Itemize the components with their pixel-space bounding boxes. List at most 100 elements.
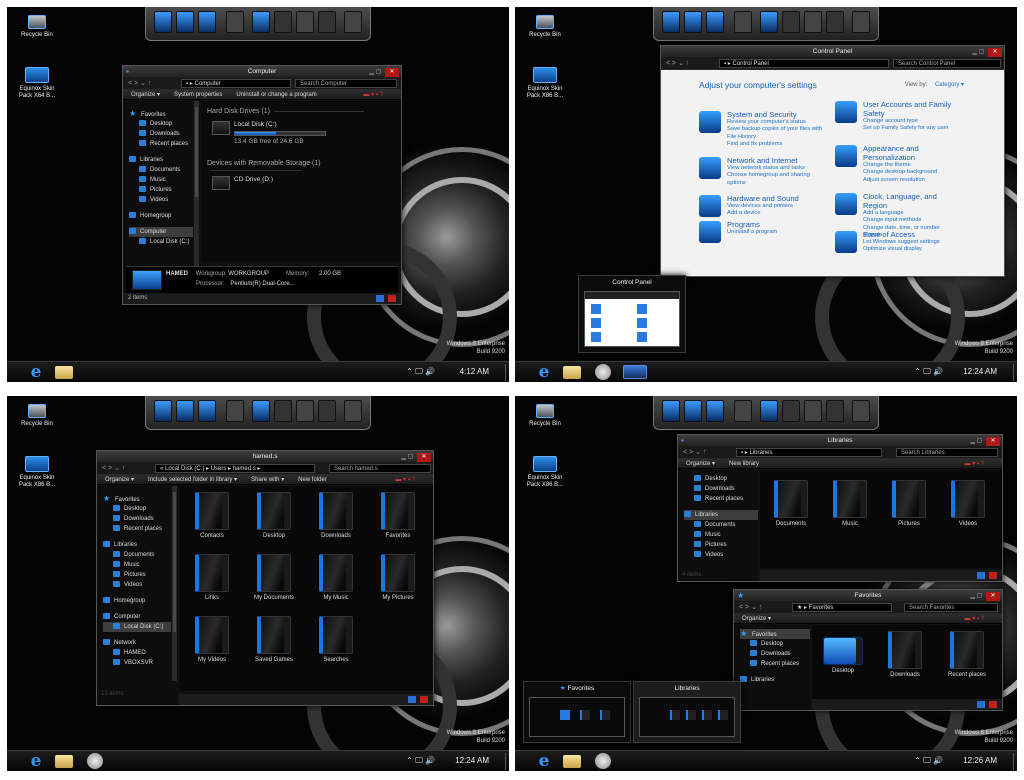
system-properties-button[interactable]: System properties bbox=[174, 92, 222, 98]
system-tray[interactable]: ⌃ 🖵 🔊 bbox=[914, 367, 943, 377]
address-field[interactable]: ▪ ▸ Libraries bbox=[736, 448, 882, 457]
view-toggle-buttons[interactable] bbox=[376, 295, 396, 302]
show-desktop-button[interactable] bbox=[505, 753, 509, 770]
nav-pictures[interactable]: Pictures bbox=[129, 185, 199, 195]
category-link[interactable]: View devices and printers bbox=[727, 203, 823, 210]
nav-desktop[interactable]: Desktop bbox=[740, 639, 810, 649]
recycle-bin-icon[interactable]: Recycle Bin bbox=[520, 404, 570, 428]
favorites-thumbnail[interactable]: ★ Favorites bbox=[523, 681, 631, 743]
clock[interactable]: 4:12 AM bbox=[460, 367, 489, 376]
category-heading[interactable]: User Accounts and Family Safety bbox=[863, 100, 959, 118]
clock[interactable]: 12:26 AM bbox=[963, 756, 997, 765]
nav-favorites[interactable]: ★ Favorites bbox=[103, 494, 177, 504]
search-input[interactable]: Search Libraries bbox=[896, 448, 998, 457]
address-field[interactable]: ▪ ▸ Computer bbox=[181, 79, 291, 88]
nav-homegroup[interactable]: Homegroup bbox=[129, 211, 199, 221]
paint-icon[interactable] bbox=[595, 364, 611, 380]
title-bar[interactable]: ▪ Computer ▁ ▢ ✕ bbox=[123, 66, 401, 77]
dock[interactable] bbox=[653, 7, 879, 41]
category-link[interactable]: View network status and tasks bbox=[727, 165, 823, 172]
cp-category[interactable]: System and Security Review your computer'… bbox=[699, 110, 823, 149]
title-bar[interactable]: ★ Favorites ▁ ▢ ✕ bbox=[734, 590, 1002, 601]
user-folder-window[interactable]: hamed.s ▁ ▢ ✕ < > ⌄ ↑ « Local Disk (C:) ▸… bbox=[96, 450, 434, 706]
nav-music[interactable]: Music bbox=[103, 560, 177, 570]
nav-videos[interactable]: Videos bbox=[684, 550, 758, 560]
control-panel-window[interactable]: Control Panel ▁ ▢ ✕ < > ⌄ ↑ ▪ ▸ Control P… bbox=[660, 45, 1005, 277]
system-tray[interactable]: ⌃ 🖵 🔊 bbox=[406, 367, 435, 377]
folder-item[interactable]: Favorites bbox=[369, 492, 427, 539]
nav-videos[interactable]: Videos bbox=[129, 195, 199, 205]
computer-window[interactable]: ▪ Computer ▁ ▢ ✕ < > ⌄ ↑ ▪ ▸ Computer Sear… bbox=[122, 65, 402, 305]
nav-pictures[interactable]: Pictures bbox=[684, 540, 758, 550]
address-field[interactable]: « Local Disk (C:) ▸ Users ▸ hamed.s ▸ bbox=[155, 464, 315, 473]
cp-category[interactable]: User Accounts and Family Safety Change ac… bbox=[835, 100, 959, 133]
recycle-bin-icon[interactable]: Recycle Bin bbox=[520, 15, 570, 39]
nav-pictures[interactable]: Pictures bbox=[103, 570, 177, 580]
internet-explorer-icon[interactable]: e bbox=[25, 364, 47, 381]
nav-recent[interactable]: Recent places bbox=[684, 494, 758, 504]
paint-icon[interactable] bbox=[87, 753, 103, 769]
equinox-shortcut-icon[interactable]: Equinox Skin Pack X86 B... bbox=[12, 456, 62, 489]
recycle-bin-icon[interactable]: Recycle Bin bbox=[12, 15, 62, 39]
internet-explorer-icon[interactable]: e bbox=[25, 753, 47, 770]
include-in-library-button[interactable]: Include selected folder in library ▾ bbox=[148, 477, 237, 483]
new-library-button[interactable]: New library bbox=[729, 461, 759, 467]
view-toggle-buttons[interactable] bbox=[408, 696, 428, 703]
organize-button[interactable]: Organize ▾ bbox=[742, 616, 771, 622]
system-tray[interactable]: ⌃ 🖵 🔊 bbox=[406, 756, 435, 766]
category-link[interactable]: Add a device bbox=[727, 210, 823, 217]
view-options-icon[interactable]: ▬ ▾ ▪ ? bbox=[965, 614, 984, 624]
nav-arrows[interactable]: < > ⌄ ↑ bbox=[102, 464, 125, 472]
system-tray[interactable]: ⌃ 🖵 🔊 bbox=[914, 756, 943, 766]
dock[interactable] bbox=[653, 396, 879, 430]
nav-documents[interactable]: Documents bbox=[129, 165, 199, 175]
nav-desktop[interactable]: Desktop bbox=[684, 474, 758, 484]
file-explorer-icon[interactable] bbox=[55, 366, 73, 379]
nav-documents[interactable]: Documents bbox=[103, 550, 177, 560]
libraries-window[interactable]: ▪ Libraries ▁ ▢ ✕ < > ⌄ ↑ ▪ ▸ Libraries Se… bbox=[677, 434, 1003, 582]
cp-category[interactable]: Ease of Access Let Windows suggest settin… bbox=[835, 230, 959, 254]
folder-item[interactable]: Music bbox=[821, 480, 879, 527]
category-link[interactable]: Change account type bbox=[863, 118, 959, 125]
folder-item[interactable]: Desktop bbox=[245, 492, 303, 539]
category-heading[interactable]: Appearance and Personalization bbox=[863, 144, 959, 162]
nav-arrows[interactable]: < > ⌄ ↑ bbox=[128, 79, 151, 87]
organize-button[interactable]: Organize ▾ bbox=[105, 477, 134, 483]
nav-downloads[interactable]: Downloads bbox=[740, 649, 810, 659]
close-button[interactable]: ✕ bbox=[385, 68, 399, 77]
nav-libraries[interactable]: Libraries bbox=[103, 540, 177, 550]
view-by[interactable]: View by: Category ▾ bbox=[905, 81, 964, 88]
cp-category[interactable]: Appearance and Personalization Change the… bbox=[835, 144, 959, 184]
category-heading[interactable]: Hardware and Sound bbox=[727, 194, 823, 203]
organize-button[interactable]: Organize ▾ bbox=[686, 461, 715, 467]
title-bar[interactable]: ▪ Libraries ▁ ▢ ✕ bbox=[678, 435, 1002, 446]
folder-item[interactable]: Downloads bbox=[876, 631, 934, 678]
folder-item[interactable]: Saved Games bbox=[245, 616, 303, 663]
nav-arrows[interactable]: < > ⌄ ↑ bbox=[739, 603, 762, 611]
category-heading[interactable]: Network and Internet bbox=[727, 156, 823, 165]
nav-homegroup[interactable]: Homegroup bbox=[103, 596, 177, 606]
close-button[interactable]: ✕ bbox=[986, 592, 1000, 601]
nav-arrows[interactable]: < > ⌄ ↑ bbox=[666, 59, 689, 67]
file-explorer-icon[interactable] bbox=[563, 366, 581, 379]
address-field[interactable]: ★ ▸ Favorites bbox=[792, 603, 892, 612]
nav-favorites[interactable]: ★ Favorites bbox=[129, 109, 199, 119]
nav-local-disk[interactable]: Local Disk (C:) bbox=[103, 622, 177, 632]
search-input[interactable]: Search hamed.s bbox=[329, 464, 431, 473]
nav-recent[interactable]: Recent places bbox=[129, 139, 199, 149]
paint-icon[interactable] bbox=[595, 753, 611, 769]
uninstall-button[interactable]: Uninstall or change a program bbox=[236, 92, 316, 98]
nav-libraries[interactable]: Libraries bbox=[740, 675, 810, 685]
folder-item[interactable]: Recent places bbox=[938, 631, 996, 678]
category-link[interactable]: Adjust screen resolution bbox=[863, 177, 959, 184]
folder-item[interactable]: Desktop bbox=[814, 631, 872, 674]
nav-videos[interactable]: Videos bbox=[103, 580, 177, 590]
category-link[interactable]: Optimize visual display bbox=[863, 246, 959, 253]
folder-item[interactable]: Pictures bbox=[880, 480, 938, 527]
nav-downloads[interactable]: Downloads bbox=[129, 129, 199, 139]
favorites-window[interactable]: ★ Favorites ▁ ▢ ✕ < > ⌄ ↑ ★ ▸ Favorites Se… bbox=[733, 589, 1003, 711]
organize-button[interactable]: Organize ▾ bbox=[131, 92, 160, 98]
folder-item[interactable]: My Videos bbox=[183, 616, 241, 663]
category-link[interactable]: Uninstall a program bbox=[727, 229, 823, 236]
nav-recent[interactable]: Recent places bbox=[103, 524, 177, 534]
